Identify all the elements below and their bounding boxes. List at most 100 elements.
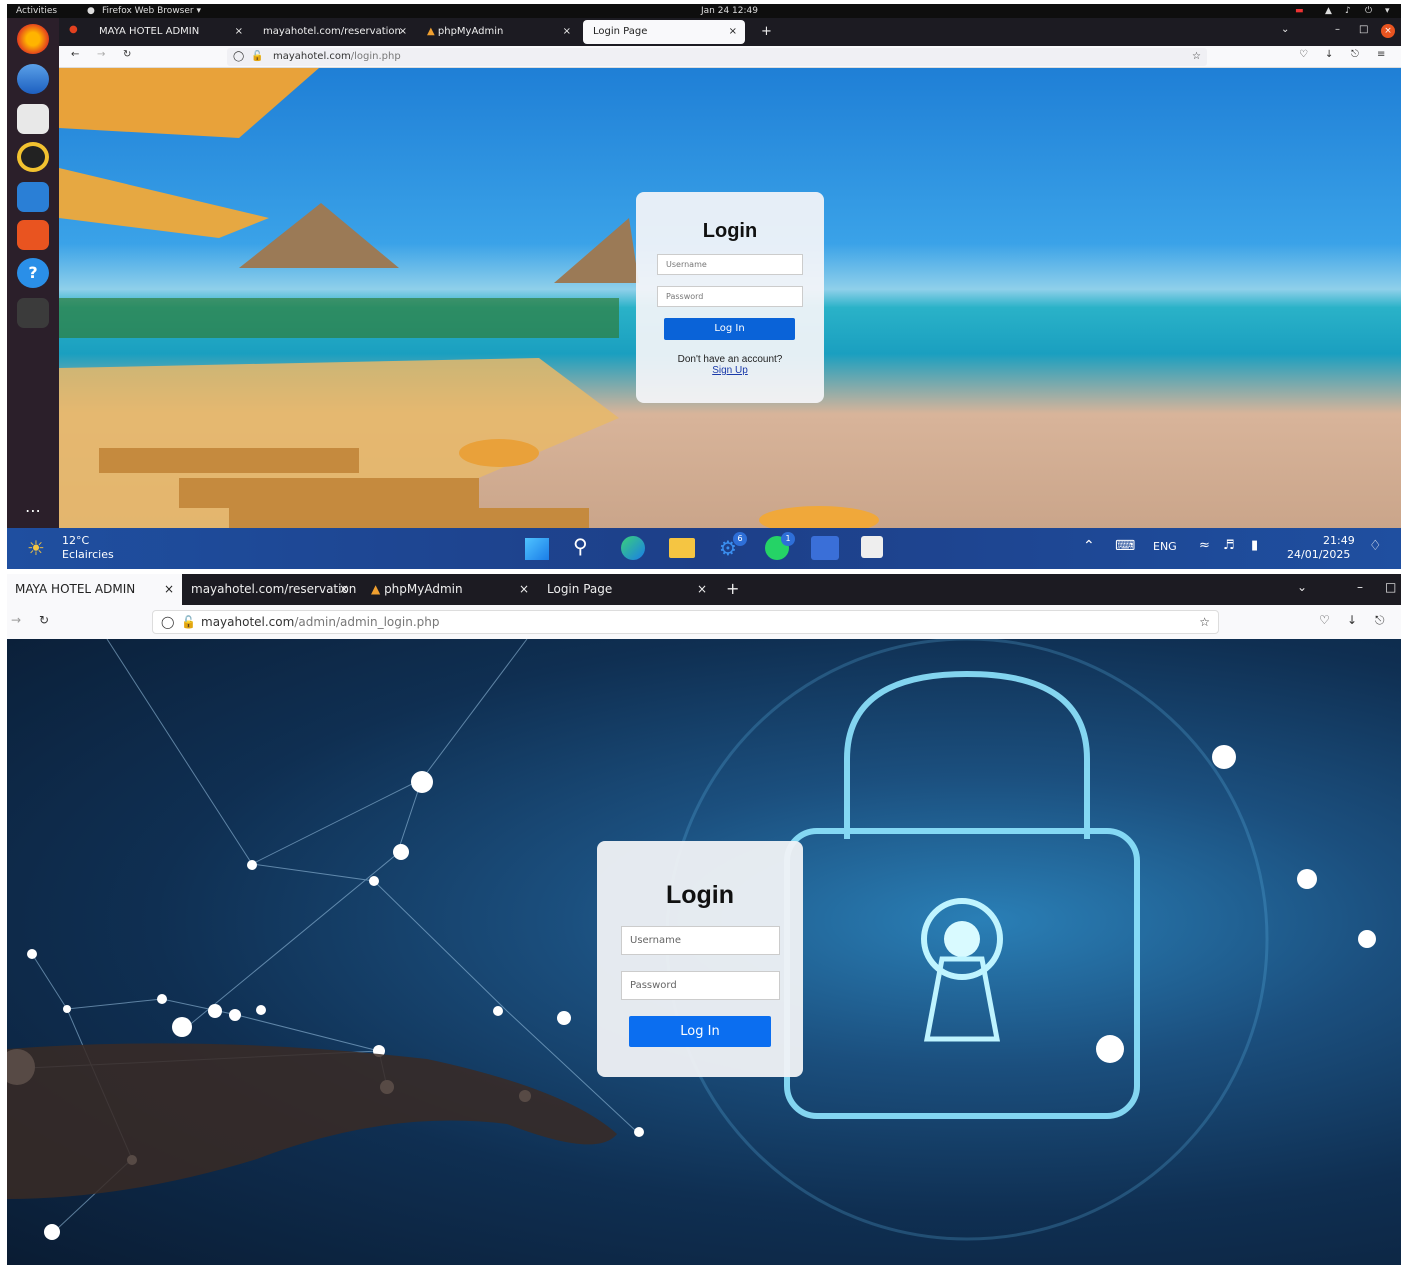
login-card: Login Username Password Log In (597, 841, 803, 1077)
username-input[interactable]: Username (657, 254, 803, 275)
system-menu-arrow-icon[interactable]: ▾ (1385, 4, 1390, 18)
password-input[interactable]: Password (621, 971, 780, 1000)
tab-label: MAYA HOTEL ADMIN (15, 582, 136, 596)
browser-tab-strip: ● MAYA HOTEL ADMIN × mayahotel.com/reser… (59, 18, 1401, 46)
no-account-text: Don't have an account? (677, 354, 783, 365)
list-tabs-icon[interactable]: ⌄ (1297, 580, 1307, 594)
signup-link[interactable]: Sign Up (636, 365, 824, 376)
firefox-icon[interactable] (17, 24, 49, 54)
new-tab-button[interactable]: + (761, 24, 772, 39)
terminal-icon[interactable] (17, 298, 49, 328)
network-icon[interactable]: ▲ (1325, 4, 1332, 18)
speaker-icon[interactable]: ♬ (1223, 538, 1235, 553)
close-icon[interactable]: × (697, 574, 707, 605)
windows-taskbar: ☀ 12°C Eclaircies ⚲ ⚙ 6 1 ⌃ ⌨ ENG ≈ ♬ ▮ … (7, 528, 1401, 569)
writer-icon[interactable] (17, 182, 49, 212)
app-center-icon[interactable] (17, 220, 49, 250)
close-icon[interactable]: × (729, 20, 737, 44)
menu-icon[interactable]: ≡ (1377, 49, 1385, 60)
snipping-tool-icon[interactable] (861, 536, 883, 558)
tab-phpmyadmin[interactable]: ▲ phpMyAdmin × (363, 574, 537, 605)
lock-icon[interactable]: 🔓 (181, 611, 196, 633)
url-path: /login.php (350, 51, 401, 62)
power-icon[interactable]: ⏻ (1365, 4, 1372, 18)
login-button[interactable]: Log In (629, 1016, 771, 1047)
minimize-icon[interactable]: – (1357, 580, 1363, 594)
firefox-view-icon[interactable]: ● (69, 24, 78, 35)
help-icon[interactable]: ? (17, 258, 49, 288)
browser-tab-strip: MAYA HOTEL ADMIN × mayahotel.com/reserva… (7, 574, 1401, 605)
shield-icon[interactable]: ◯ (233, 48, 244, 66)
rhythmbox-icon[interactable] (17, 142, 49, 172)
list-tabs-icon[interactable]: ⌄ (1281, 24, 1289, 35)
file-explorer-icon[interactable] (669, 538, 695, 558)
tab-reservation[interactable]: mayahotel.com/reservation × (253, 20, 415, 44)
download-icon[interactable]: ↓ (1347, 613, 1357, 627)
show-apps-icon[interactable]: ⋯ (17, 496, 49, 526)
new-tab-button[interactable]: + (726, 579, 739, 598)
edge-icon[interactable] (621, 536, 645, 560)
files-icon[interactable] (17, 104, 49, 134)
close-icon[interactable]: × (399, 20, 407, 44)
chevron-up-icon[interactable]: ⌃ (1083, 538, 1095, 554)
bookmark-star-icon[interactable]: ☆ (1192, 48, 1201, 66)
language-indicator[interactable]: ENG (1153, 540, 1177, 553)
windows-start-icon[interactable] (525, 538, 549, 560)
close-icon[interactable]: × (164, 574, 174, 605)
tab-label: Login Page (547, 582, 613, 596)
system-clock[interactable]: Jan 24 12:49 (701, 4, 758, 18)
login-button[interactable]: Log In (664, 318, 795, 340)
url-domain: mayahotel.com (201, 615, 295, 629)
tab-login-page[interactable]: Login Page × (539, 574, 715, 605)
app-menu[interactable]: Firefox Web Browser ▾ (102, 4, 201, 18)
close-icon[interactable]: × (235, 20, 243, 44)
remote-desktop-icon[interactable] (811, 536, 839, 560)
battery-icon[interactable]: ▮ (1251, 538, 1258, 553)
notification-bell-icon[interactable]: ♢ (1369, 538, 1382, 554)
tab-reservation[interactable]: mayahotel.com/reservation × (183, 574, 357, 605)
thunderbird-icon[interactable] (17, 64, 49, 94)
close-icon[interactable]: × (519, 574, 529, 605)
taskbar-date[interactable]: 24/01/2025 (1287, 548, 1350, 561)
taskbar-time[interactable]: 21:49 (1323, 534, 1355, 547)
url-bar[interactable]: ◯ 🔓 mayahotel.com/login.php ☆ (227, 48, 1207, 66)
extensions-icon[interactable]: ⎋ (1351, 49, 1359, 60)
url-bar[interactable]: ◯ 🔓 mayahotel.com/admin/admin_login.php … (152, 610, 1219, 634)
extensions-icon[interactable]: ⎋ (1375, 613, 1385, 628)
notification-badge: 6 (733, 532, 747, 546)
reload-icon[interactable]: ↻ (123, 49, 131, 60)
forward-icon[interactable]: → (11, 613, 21, 627)
close-icon[interactable]: × (339, 574, 349, 605)
tab-login-page[interactable]: Login Page × (583, 20, 745, 44)
forward-icon[interactable]: → (97, 49, 105, 60)
pocket-icon[interactable]: ♡ (1319, 613, 1330, 627)
search-icon[interactable]: ⚲ (573, 534, 588, 558)
tab-maya-hotel-admin[interactable]: MAYA HOTEL ADMIN × (7, 574, 182, 605)
weather-temp: 12°C (62, 534, 90, 547)
weather-icon[interactable]: ☀ (27, 536, 45, 560)
bookmark-star-icon[interactable]: ☆ (1199, 611, 1210, 633)
password-input[interactable]: Password (657, 286, 803, 307)
wifi-icon[interactable]: ≈ (1199, 538, 1210, 553)
back-icon[interactable]: ← (71, 49, 79, 60)
tab-maya-hotel-admin[interactable]: MAYA HOTEL ADMIN × (89, 20, 251, 44)
login-card: Login Username Password Log In Don't hav… (636, 192, 824, 403)
volume-icon[interactable]: ♪ (1345, 4, 1351, 18)
pocket-icon[interactable]: ♡ (1299, 49, 1308, 60)
lock-icon[interactable]: 🔓 (251, 48, 263, 66)
close-icon[interactable]: × (563, 20, 571, 44)
shield-icon[interactable]: ◯ (161, 611, 174, 633)
maximize-icon[interactable]: □ (1359, 24, 1368, 35)
tab-phpmyadmin[interactable]: ▲ phpMyAdmin × (417, 20, 579, 44)
record-icon: ▬ (1295, 6, 1304, 16)
download-icon[interactable]: ↓ (1325, 49, 1333, 60)
phpmyadmin-icon: ▲ (427, 26, 435, 37)
ubuntu-dock: ? ⋯ (7, 18, 59, 528)
keyboard-icon[interactable]: ⌨ (1115, 538, 1135, 554)
maximize-icon[interactable]: □ (1385, 580, 1396, 594)
activities-button[interactable]: Activities (16, 4, 57, 18)
close-window-icon[interactable]: × (1381, 24, 1395, 38)
username-input[interactable]: Username (621, 926, 780, 955)
reload-icon[interactable]: ↻ (39, 613, 49, 627)
minimize-icon[interactable]: – (1335, 24, 1340, 35)
